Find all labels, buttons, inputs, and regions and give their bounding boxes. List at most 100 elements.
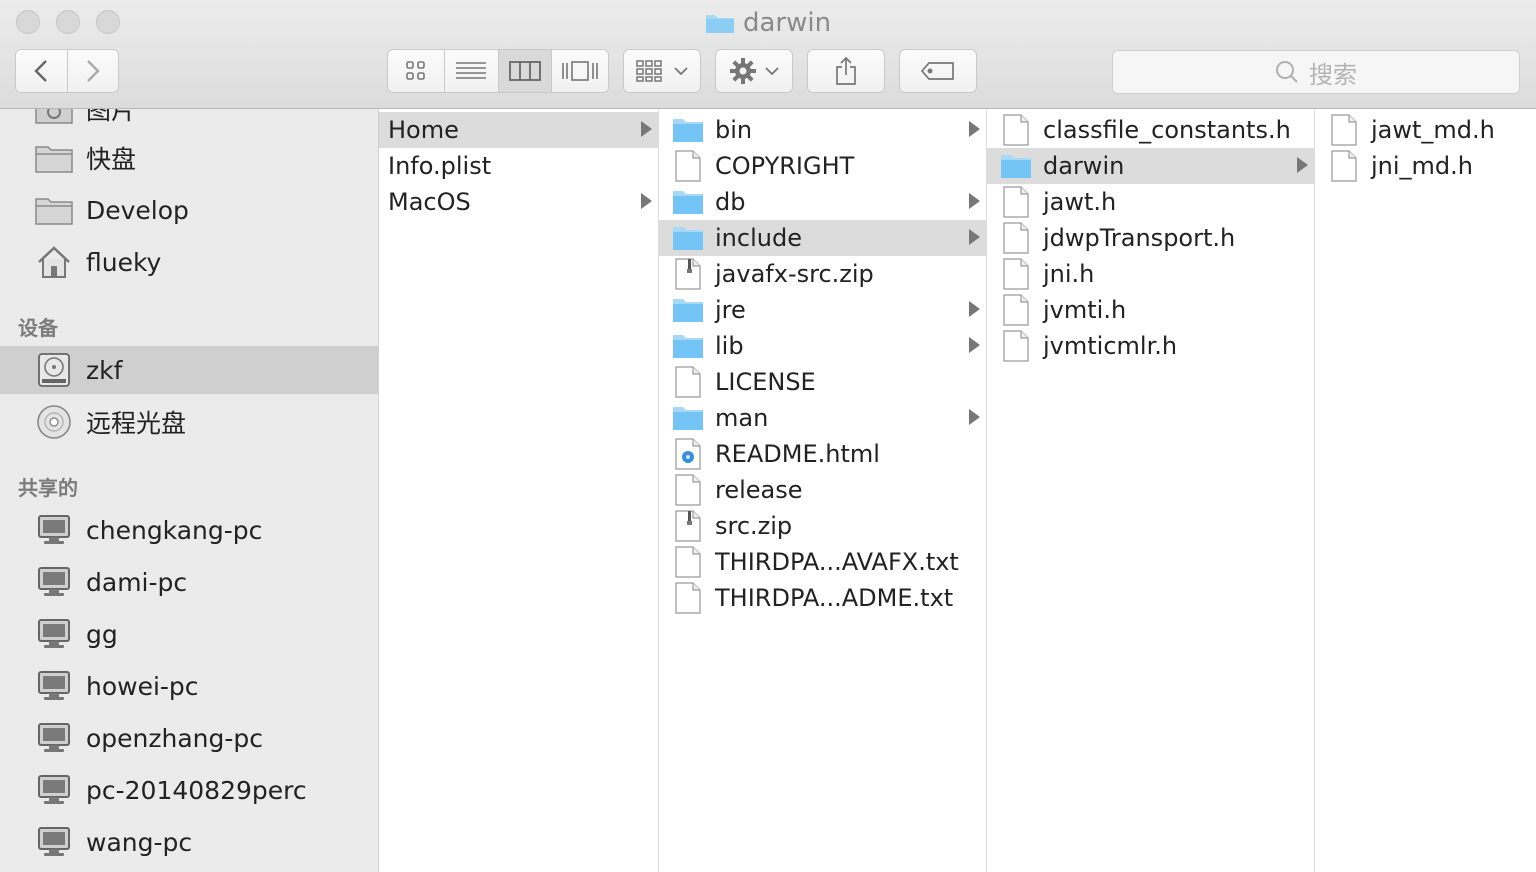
folder-row[interactable]: include [659, 220, 986, 256]
file-row[interactable]: src.zip [659, 508, 986, 544]
file-row[interactable]: release [659, 472, 986, 508]
arrange-grid-icon [636, 60, 662, 82]
item-name: jdwpTransport.h [1043, 224, 1236, 252]
folder-row[interactable]: lib [659, 328, 986, 364]
sidebar-item-label: wang-pc [86, 827, 193, 857]
item-name: db [715, 188, 746, 216]
list-view-button[interactable] [444, 50, 499, 92]
computer-icon [34, 720, 74, 756]
toolbar: darwin 搜索 [0, 0, 1536, 109]
item-name: THIRDPA...ADME.txt [715, 584, 954, 612]
disclosure-arrow-icon [641, 121, 652, 137]
arrange-button[interactable] [623, 49, 701, 93]
file-row[interactable]: LICENSE [659, 364, 986, 400]
cover-flow-view-button[interactable] [552, 50, 608, 92]
computer-icon [34, 824, 74, 860]
view-mode-segment [387, 49, 609, 93]
sidebar-item-label: zkf [86, 355, 123, 385]
zip-file-icon [671, 258, 705, 290]
window-title-text: darwin [742, 8, 832, 38]
item-name: Home [388, 116, 459, 144]
item-name: THIRDPA...AVAFX.txt [715, 548, 959, 576]
folder-icon [671, 223, 705, 253]
gear-icon [730, 58, 756, 84]
folder-row[interactable]: MacOS [379, 184, 658, 220]
sidebar-item-shared[interactable]: openzhang-pc [0, 714, 378, 762]
action-button[interactable] [715, 49, 793, 93]
sidebar-item-zkf[interactable]: zkf [0, 346, 378, 394]
file-row[interactable]: COPYRIGHT [659, 148, 986, 184]
disclosure-arrow-icon [969, 193, 980, 209]
disclosure-arrow-icon [1297, 157, 1308, 173]
computer-icon [34, 616, 74, 652]
sidebar-item-label: dami-pc [86, 567, 188, 597]
folder-row[interactable]: bin [659, 112, 986, 148]
file-row[interactable]: THIRDPA...ADME.txt [659, 580, 986, 616]
file-row[interactable]: Info.plist [379, 148, 658, 184]
file-row[interactable]: jni_md.h [1315, 148, 1536, 184]
document-icon [999, 186, 1033, 218]
file-row[interactable]: jvmti.h [987, 292, 1314, 328]
cover-flow-icon [562, 61, 598, 81]
search-field[interactable]: 搜索 [1112, 50, 1520, 94]
sidebar-item-shared[interactable]: wang-pc [0, 818, 378, 866]
sidebar-item-shared[interactable]: gg [0, 610, 378, 658]
sidebar-item-label: openzhang-pc [86, 723, 264, 753]
sidebar-item-home[interactable]: flueky [0, 238, 378, 286]
item-name: bin [715, 116, 753, 144]
folder-row[interactable]: jre [659, 292, 986, 328]
picture-folder-icon [34, 109, 74, 127]
item-name: javafx-src.zip [715, 260, 874, 288]
document-icon [999, 330, 1033, 362]
document-icon [1327, 150, 1361, 182]
sidebar-item-label: 远程光盘 [86, 409, 187, 438]
file-row[interactable]: THIRDPA...AVAFX.txt [659, 544, 986, 580]
file-row[interactable]: jni.h [987, 256, 1314, 292]
column-view-button[interactable] [498, 50, 553, 92]
share-icon [836, 56, 856, 85]
folder-icon [671, 115, 705, 145]
item-name: darwin [1043, 152, 1125, 180]
sidebar-item-shared[interactable]: pc-20140829perc [0, 766, 378, 814]
file-row[interactable]: javafx-src.zip [659, 256, 986, 292]
back-button[interactable] [16, 50, 68, 92]
folder-row[interactable]: man [659, 400, 986, 436]
disclosure-arrow-icon [641, 193, 652, 209]
item-name: jawt.h [1043, 188, 1117, 216]
file-row[interactable]: jvmticmlr.h [987, 328, 1314, 364]
item-name: jvmticmlr.h [1043, 332, 1178, 360]
item-name: jvmti.h [1043, 296, 1127, 324]
file-row[interactable]: classfile_constants.h [987, 112, 1314, 148]
sidebar: 图片 快盘 Develop flueky 设备 zkf 远程光盘 共享的 che… [0, 109, 379, 872]
file-row[interactable]: jdwpTransport.h [987, 220, 1314, 256]
share-button[interactable] [807, 49, 885, 93]
disclosure-arrow-icon [969, 229, 980, 245]
item-name: lib [715, 332, 744, 360]
sidebar-item-pictures[interactable]: 图片 [0, 109, 378, 133]
folder-row[interactable]: Home [379, 112, 658, 148]
hard-drive-icon [34, 352, 74, 388]
document-icon [671, 366, 705, 398]
sidebar-item-shared[interactable]: howei-pc [0, 662, 378, 710]
file-row[interactable]: jawt_md.h [1315, 112, 1536, 148]
item-name: src.zip [715, 512, 793, 540]
tags-button[interactable] [899, 49, 977, 93]
document-icon [1327, 114, 1361, 146]
folder-row[interactable]: db [659, 184, 986, 220]
disclosure-arrow-icon [969, 409, 980, 425]
sidebar-item-shared[interactable]: dami-pc [0, 558, 378, 606]
file-row[interactable]: jawt.h [987, 184, 1314, 220]
sidebar-item-label: 快盘 [86, 145, 137, 174]
sidebar-item-develop[interactable]: Develop [0, 186, 378, 234]
sidebar-item-shared[interactable]: chengkang-pc [0, 506, 378, 554]
icon-view-button[interactable] [388, 50, 445, 92]
forward-button[interactable] [67, 50, 118, 92]
item-name: LICENSE [715, 368, 816, 396]
document-icon [671, 474, 705, 506]
sidebar-item-kuaipan[interactable]: 快盘 [0, 134, 378, 182]
file-row[interactable]: README.html [659, 436, 986, 472]
folder-row[interactable]: darwin [987, 148, 1314, 184]
computer-icon [34, 512, 74, 548]
item-name: include [715, 224, 802, 252]
sidebar-item-remote-disc[interactable]: 远程光盘 [0, 398, 378, 446]
